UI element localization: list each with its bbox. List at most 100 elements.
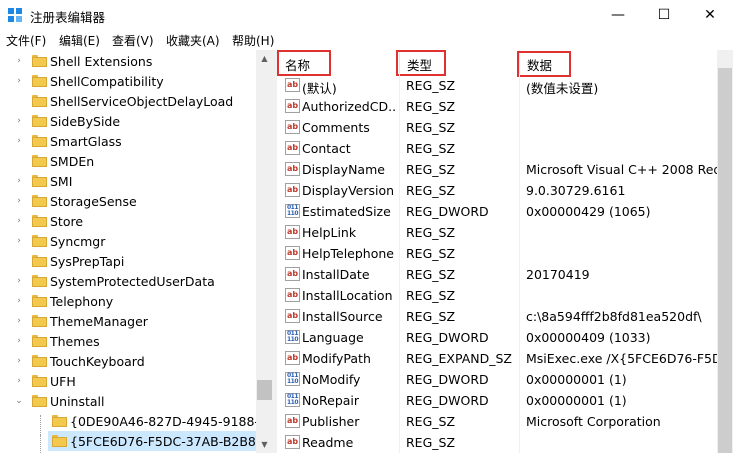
tree-item-label: Uninstall: [50, 394, 105, 409]
tree-expander-icon[interactable]: [14, 256, 24, 266]
list-scroll-thumb[interactable]: [718, 68, 732, 453]
tree-item[interactable]: {0DE90A46-827D-4945-9188-877: [0, 411, 256, 431]
value-type: REG_SZ: [406, 225, 456, 240]
tree-expander-icon[interactable]: [14, 156, 24, 166]
tree-item-label: ShellCompatibility: [50, 74, 164, 89]
tree-item[interactable]: › SmartGlass: [0, 131, 256, 151]
tree-item-label: Syncmgr: [50, 234, 106, 249]
tree-expander-icon[interactable]: [14, 416, 24, 426]
value-name: Readme: [302, 435, 354, 450]
value-row[interactable]: ab Contact REG_SZ: [277, 138, 717, 159]
tree-expander-icon[interactable]: ›: [14, 76, 24, 86]
value-row[interactable]: ab ModifyPath REG_EXPAND_SZ MsiExec.exe /X{…: [277, 348, 717, 369]
tree-item[interactable]: ⌄ Uninstall: [0, 391, 256, 411]
tree-item-label: {5FCE6D76-F5DC-37AB-B2B8-22: [70, 434, 256, 449]
menu-view[interactable]: 查看(V): [112, 32, 154, 49]
value-row[interactable]: ab Publisher REG_SZ Microsoft Corporation: [277, 411, 717, 432]
value-row[interactable]: ab DisplayVersion REG_SZ 9.0.30729.6161: [277, 180, 717, 201]
maximize-button[interactable]: ☐: [641, 0, 687, 30]
tree-expander-icon[interactable]: ›: [14, 316, 24, 326]
tree-expander-icon[interactable]: ›: [14, 236, 24, 246]
tree-expander-icon[interactable]: ›: [14, 116, 24, 126]
tree-item[interactable]: › Themes: [0, 331, 256, 351]
tree-item[interactable]: › Store: [0, 211, 256, 231]
string-value-icon: ab: [285, 183, 300, 197]
tree-scrollbar[interactable]: ▲ ▼: [256, 50, 273, 453]
value-row[interactable]: ab Readme REG_SZ: [277, 432, 717, 453]
tree-expander-icon[interactable]: ›: [14, 276, 24, 286]
value-type: REG_SZ: [406, 288, 456, 303]
registry-value-list[interactable]: 名称 类型 数据 ab (默认) REG_SZ (数值未设置) ab Authorized…: [277, 50, 717, 453]
menu-edit[interactable]: 编辑(E): [59, 32, 100, 49]
registry-key-tree[interactable]: › Shell Extensions › ShellCompatibility Shel…: [0, 50, 256, 453]
tree-expander-icon[interactable]: ›: [14, 216, 24, 226]
value-row[interactable]: 011 110 Language REG_DWORD 0x00000409 (1033…: [277, 327, 717, 348]
tree-item[interactable]: › Shell Extensions: [0, 51, 256, 71]
tree-item[interactable]: › UFH: [0, 371, 256, 391]
tree-expander-icon[interactable]: [14, 96, 24, 106]
tree-item[interactable]: › Telephony: [0, 291, 256, 311]
value-data: Microsoft Visual C++ 2008 Redis: [526, 162, 717, 177]
tree-scroll-thumb[interactable]: [257, 380, 272, 400]
tree-item[interactable]: › SMI: [0, 171, 256, 191]
scroll-down-icon[interactable]: ▼: [256, 436, 273, 453]
tree-expander-icon[interactable]: ›: [14, 336, 24, 346]
folder-icon: [32, 335, 47, 347]
tree-item[interactable]: › Syncmgr: [0, 231, 256, 251]
string-value-icon: ab: [285, 309, 300, 323]
tree-item[interactable]: › ThemeManager: [0, 311, 256, 331]
scroll-up-icon[interactable]: ▲: [256, 50, 273, 67]
tree-expander-icon[interactable]: ⌄: [14, 396, 24, 406]
minimize-button[interactable]: —: [595, 0, 641, 30]
value-name: NoModify: [302, 372, 361, 387]
menu-file[interactable]: 文件(F): [6, 32, 46, 49]
value-row[interactable]: 011 110 NoModify REG_DWORD 0x00000001 (1): [277, 369, 717, 390]
value-row[interactable]: ab InstallDate REG_SZ 20170419: [277, 264, 717, 285]
tree-item[interactable]: › StorageSense: [0, 191, 256, 211]
value-row[interactable]: ab HelpLink REG_SZ: [277, 222, 717, 243]
folder-icon: [32, 175, 47, 187]
value-name: (默认): [302, 81, 337, 96]
tree-item[interactable]: › SideBySide: [0, 111, 256, 131]
tree-item[interactable]: ShellServiceObjectDelayLoad: [0, 91, 256, 111]
value-row[interactable]: 011 110 EstimatedSize REG_DWORD 0x00000429 …: [277, 201, 717, 222]
value-name: InstallLocation: [302, 288, 393, 303]
value-row[interactable]: ab HelpTelephone REG_SZ: [277, 243, 717, 264]
tree-item-label: TouchKeyboard: [50, 354, 145, 369]
tree-expander-icon[interactable]: ›: [14, 196, 24, 206]
tree-expander-icon[interactable]: ›: [14, 136, 24, 146]
value-row[interactable]: ab InstallLocation REG_SZ: [277, 285, 717, 306]
tree-expander-icon[interactable]: [14, 436, 24, 446]
highlight-box-name: [277, 50, 331, 76]
tree-item-label: SMDEn: [50, 154, 95, 169]
value-row[interactable]: ab DisplayName REG_SZ Microsoft Visual C++ …: [277, 159, 717, 180]
tree-expander-icon[interactable]: ›: [14, 356, 24, 366]
value-row[interactable]: ab (默认) REG_SZ (数值未设置): [277, 75, 717, 96]
value-row[interactable]: 011 110 NoRepair REG_DWORD 0x00000001 (1): [277, 390, 717, 411]
tree-item[interactable]: › ShellCompatibility: [0, 71, 256, 91]
tree-expander-icon[interactable]: ›: [14, 376, 24, 386]
tree-item[interactable]: {5FCE6D76-F5DC-37AB-B2B8-22: [48, 431, 256, 451]
tree-item[interactable]: › TouchKeyboard: [0, 351, 256, 371]
list-scrollbar[interactable]: [717, 50, 733, 453]
tree-item-label: ShellServiceObjectDelayLoad: [50, 94, 234, 109]
binary-value-icon: 011 110: [285, 204, 300, 218]
value-row[interactable]: ab InstallSource REG_SZ c:\8a594fff2b8fd81e…: [277, 306, 717, 327]
value-row[interactable]: ab AuthorizedCD... REG_SZ: [277, 96, 717, 117]
menu-favorites[interactable]: 收藏夹(A): [166, 32, 220, 49]
value-name: InstallSource: [302, 309, 383, 324]
tree-item[interactable]: SysPrepTapi: [0, 251, 256, 271]
close-button[interactable]: ✕: [687, 0, 733, 30]
value-name: Publisher: [302, 414, 360, 429]
tree-item[interactable]: › SystemProtectedUserData: [0, 271, 256, 291]
tree-expander-icon[interactable]: ›: [14, 296, 24, 306]
tree-item[interactable]: SMDEn: [0, 151, 256, 171]
value-name: EstimatedSize: [302, 204, 391, 219]
value-row[interactable]: ab Comments REG_SZ: [277, 117, 717, 138]
string-value-icon: ab: [285, 435, 300, 449]
tree-expander-icon[interactable]: ›: [14, 56, 24, 66]
menu-help[interactable]: 帮助(H): [232, 32, 274, 49]
value-data: 0x00000001 (1): [526, 393, 627, 408]
tree-expander-icon[interactable]: ›: [14, 176, 24, 186]
value-data: (数值未设置): [526, 81, 599, 96]
